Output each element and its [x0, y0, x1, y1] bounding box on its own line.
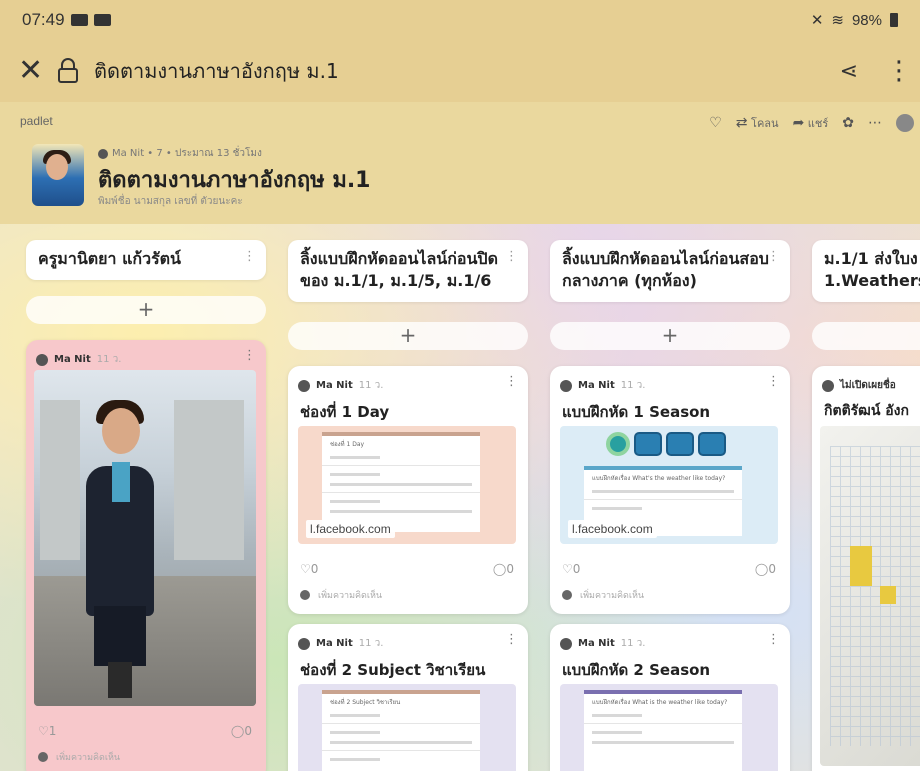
status-bar: 07:49 ✕ ≋ 98%	[0, 0, 920, 40]
owner-avatar	[32, 144, 84, 206]
post-card[interactable]: Ma Nit 11 ว. ⋮ แบบฝึกหัด 1 Season แบบฝึก…	[550, 366, 790, 614]
post-card[interactable]: Ma Nit 11 ว. ⋮ ช่องที่ 2 Subject วิชาเรี…	[288, 624, 528, 771]
post-title: แบบฝึกหัด 2 Season	[562, 661, 711, 679]
padlet-title: ติดตามงานภาษาอังกฤษ ม.1	[98, 168, 371, 193]
google-form-preview: ช่องที่ 2 Subject วิชาเรียน	[322, 690, 480, 771]
cloud-icon	[634, 432, 662, 456]
status-time: 07:49	[22, 10, 65, 29]
post-author: Ma Nit 11 ว.	[560, 378, 645, 393]
close-icon[interactable]: ✕	[18, 56, 56, 86]
post-card[interactable]: ไม่เปิดเผยชื่อ กิตติรัฒน์ อังก	[812, 366, 920, 771]
padlet-logo[interactable]: padlet	[20, 114, 53, 128]
post-title: ช่องที่ 2 Subject วิชาเรียน	[300, 661, 486, 679]
post-title: ช่องที่ 1 Day	[300, 403, 390, 421]
post-menu-icon[interactable]: ⋮	[243, 348, 256, 363]
link-preview[interactable]: แบบฝึกหัดเรื่อง What's the weather like …	[560, 426, 778, 544]
notification-icon	[93, 14, 111, 26]
share-arrow-icon: ➦	[792, 115, 805, 131]
lock-icon[interactable]	[56, 57, 80, 85]
sun-icon	[606, 432, 630, 456]
author-avatar	[36, 353, 48, 366]
column-menu-icon[interactable]: ⋮	[505, 248, 518, 266]
link-preview[interactable]: ช่องที่ 1 Day l.facebook.com	[298, 426, 516, 544]
author-avatar	[822, 379, 834, 392]
column-header[interactable]: ลิ้งแบบฝึกหัดออนไลน์ก่อนปิดของ ม.1/1, ม.…	[288, 240, 528, 302]
link-preview[interactable]: แบบฝึกหัดเรื่อง What is the weather like…	[560, 684, 778, 771]
comment-count[interactable]: ◯0	[755, 562, 776, 576]
remake-button[interactable]: ⇄ โคลน	[736, 114, 779, 132]
padlet-header: padlet ♡ ⇄ โคลน ➦ แชร์ ✿ ⋯ Ma Nit • 7 • …	[0, 102, 920, 224]
share-button[interactable]: ➦ แชร์	[793, 114, 829, 132]
wifi-icon: ≋	[831, 12, 844, 29]
post-title: แบบฝึกหัด 1 Season	[562, 403, 711, 421]
padlet-toolbar: ♡ ⇄ โคลน ➦ แชร์ ✿ ⋯	[709, 114, 914, 132]
padlet-description: พิมพ์ชื่อ นามสกุล เลขที่ ตัวยนะคะ	[98, 196, 243, 207]
post-menu-icon[interactable]: ⋮	[767, 632, 780, 647]
post-title: กิตติรัฒน์ อังก	[824, 403, 909, 419]
page-title: ติดตามงานภาษาอังกฤษ ม.1	[94, 59, 339, 83]
post-menu-icon[interactable]: ⋮	[505, 632, 518, 647]
add-post-button[interactable]: +	[550, 322, 790, 350]
add-post-button[interactable]	[812, 322, 920, 350]
user-avatar[interactable]	[896, 114, 914, 132]
column-header[interactable]: ลิ้งแบบฝึกหัดออนไลน์ก่อนสอบกลางภาค (ทุกห…	[550, 240, 790, 302]
like-button[interactable]: ♡0	[562, 562, 580, 576]
heart-icon[interactable]: ♡	[709, 115, 722, 131]
notebook-photo[interactable]	[820, 426, 920, 766]
weather-icons	[606, 432, 726, 456]
rain-icon	[666, 432, 694, 456]
share-icon[interactable]: ⋖	[840, 59, 858, 84]
comment-count[interactable]: ◯0	[493, 562, 514, 576]
browser-toolbar: ✕ ติดตามงานภาษาอังกฤษ ม.1 ⋖ ⋮	[0, 40, 920, 102]
status-right: ✕ ≋ 98%	[811, 11, 898, 29]
add-post-button[interactable]: +	[288, 322, 528, 350]
battery-icon	[890, 13, 898, 27]
add-comment[interactable]: เพิ่มความคิดเห็น	[562, 588, 644, 602]
battery-level: 98%	[851, 11, 882, 29]
column-header[interactable]: ม.1/1 ส่งใบง 1.Weathers	[812, 240, 920, 302]
commenter-avatar	[300, 590, 310, 600]
column-header[interactable]: ครูมานิตยา แก้วรัตน์ ⋮	[26, 240, 266, 280]
teacher-photo[interactable]	[34, 370, 256, 706]
snow-icon	[698, 432, 726, 456]
notification-icon	[70, 14, 88, 26]
author-avatar	[298, 379, 310, 392]
column-menu-icon[interactable]: ⋮	[243, 248, 256, 266]
google-form-preview: แบบฝึกหัดเรื่อง What is the weather like…	[584, 690, 742, 771]
post-card[interactable]: Ma Nit 11 ว. ⋮ ช่องที่ 1 Day ช่องที่ 1 D…	[288, 366, 528, 614]
column-menu-icon[interactable]: ⋮	[767, 248, 780, 266]
more-menu-icon[interactable]: ⋮	[886, 58, 912, 84]
like-button[interactable]: ♡0	[300, 562, 318, 576]
post-card[interactable]: Ma Nit 11 ว. ⋮ แบบฝึกหัด 2 Season แบบฝึก…	[550, 624, 790, 771]
link-domain: l.facebook.com	[568, 520, 657, 538]
add-comment[interactable]: เพิ่มความคิดเห็น	[300, 588, 382, 602]
like-button[interactable]: ♡1	[38, 724, 56, 738]
mute-icon: ✕	[810, 12, 824, 29]
google-form-preview: ช่องที่ 1 Day	[322, 432, 480, 532]
link-domain: l.facebook.com	[306, 520, 395, 538]
link-preview[interactable]: ช่องที่ 2 Subject วิชาเรียน	[298, 684, 516, 771]
author-avatar	[298, 637, 310, 650]
post-author: Ma Nit 11 ว.	[560, 636, 645, 651]
owner-meta: Ma Nit • 7 • ประมาณ 13 ชั่วโมง	[98, 146, 262, 161]
post-author: ไม่เปิดเผยชื่อ	[822, 378, 896, 393]
post-author: Ma Nit 11 ว.	[298, 636, 383, 651]
post-card[interactable]: Ma Nit 11 ว. ⋮ ♡1 ◯0 เพิ่มความคิดเห็น	[26, 340, 266, 771]
owner-avatar-small	[98, 148, 108, 159]
commenter-avatar	[562, 590, 572, 600]
author-avatar	[560, 379, 572, 392]
add-post-button[interactable]: +	[26, 296, 266, 324]
post-menu-icon[interactable]: ⋮	[505, 374, 518, 389]
settings-icon[interactable]: ✿	[842, 115, 854, 131]
post-author: Ma Nit 11 ว.	[36, 352, 121, 367]
author-avatar	[560, 637, 572, 650]
post-menu-icon[interactable]: ⋮	[767, 374, 780, 389]
more-icon[interactable]: ⋯	[868, 115, 882, 131]
add-comment[interactable]: เพิ่มความคิดเห็น	[38, 750, 120, 764]
post-author: Ma Nit 11 ว.	[298, 378, 383, 393]
comment-count[interactable]: ◯0	[231, 724, 252, 738]
remake-icon: ⇄	[735, 115, 748, 131]
padlet-board: ครูมานิตยา แก้วรัตน์ ⋮ + Ma Nit 11 ว. ⋮ …	[0, 224, 920, 771]
commenter-avatar	[38, 752, 48, 762]
